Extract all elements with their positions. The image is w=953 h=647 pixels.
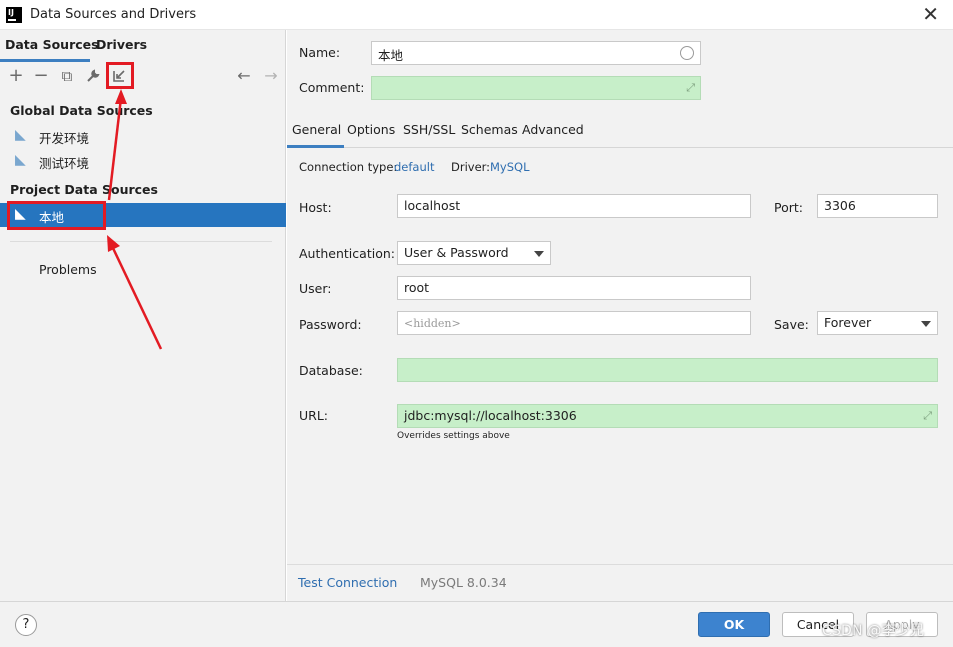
add-icon[interactable]: +	[6, 66, 26, 86]
active-tab-indicator	[0, 59, 90, 62]
authentication-label: Authentication:	[299, 246, 395, 261]
chevron-down-icon	[534, 251, 544, 257]
host-label: Host:	[299, 200, 332, 215]
database-label: Database:	[299, 363, 363, 378]
port-label: Port:	[774, 200, 803, 215]
host-input[interactable]: localhost	[397, 194, 751, 218]
close-icon[interactable]: ✕	[922, 3, 939, 25]
selected-item-highlight-box	[7, 201, 106, 230]
database-input[interactable]	[397, 358, 938, 382]
driver-label: Driver:	[451, 160, 491, 174]
bottom-bar: ? OK Cancel Apply CSDN @李少兄	[0, 601, 953, 647]
driver-version: MySQL 8.0.34	[420, 575, 507, 590]
mysql-dolphin-icon: ◣	[15, 127, 26, 143]
driver-link[interactable]: MySQL	[490, 160, 530, 174]
left-toolbar: + − ⧉ ← →	[0, 64, 286, 88]
forward-arrow-icon[interactable]: →	[261, 66, 281, 86]
color-circle-icon[interactable]	[680, 46, 694, 60]
name-label: Name:	[299, 45, 341, 60]
tab-drivers[interactable]: Drivers	[96, 37, 147, 52]
global-data-sources-header: Global Data Sources	[10, 103, 153, 118]
save-select[interactable]: Forever	[817, 311, 938, 335]
expand-icon[interactable]: ⤢	[686, 81, 695, 95]
divider	[10, 241, 272, 242]
left-panel: Data Sources Drivers + − ⧉ ← → Global Da…	[0, 30, 286, 601]
list-item[interactable]: ◣ 开发环境	[0, 124, 286, 148]
password-input[interactable]: <hidden>	[397, 311, 751, 335]
user-label: User:	[299, 281, 332, 296]
tab-options[interactable]: Options	[347, 122, 395, 137]
url-input[interactable]: jdbc:mysql://localhost:3306 ⤢	[397, 404, 938, 428]
connection-type-link[interactable]: default	[394, 160, 434, 174]
help-icon[interactable]: ?	[15, 614, 37, 636]
duplicate-icon[interactable]: ⧉	[57, 66, 77, 86]
password-label: Password:	[299, 317, 362, 332]
name-input[interactable]: 本地	[371, 41, 701, 65]
expand-icon[interactable]: ⤢	[923, 409, 932, 423]
tab-general[interactable]: General	[292, 122, 341, 137]
port-input[interactable]: 3306	[817, 194, 938, 218]
remove-icon[interactable]: −	[31, 66, 51, 86]
settings-tabs: General Options SSH/SSL Schemas Advanced	[287, 118, 953, 148]
comment-label: Comment:	[299, 80, 365, 95]
tab-ssh-ssl[interactable]: SSH/SSL	[403, 122, 455, 137]
list-item[interactable]: ◣ 测试环境	[0, 149, 286, 173]
wrench-icon[interactable]	[83, 66, 103, 86]
tab-data-sources[interactable]: Data Sources	[5, 37, 99, 52]
mysql-dolphin-icon: ◣	[15, 152, 26, 168]
test-connection-link[interactable]: Test Connection	[298, 575, 397, 590]
authentication-select[interactable]: User & Password	[397, 241, 551, 265]
watermark: CSDN @李少兄	[822, 623, 925, 639]
title-bar: IJ Data Sources and Drivers ✕	[0, 0, 953, 30]
project-data-sources-header: Project Data Sources	[10, 182, 158, 197]
connection-type-label: Connection type:	[299, 160, 398, 174]
ok-button[interactable]: OK	[698, 612, 770, 637]
url-label: URL:	[299, 408, 329, 423]
left-tabs: Data Sources Drivers	[0, 30, 286, 62]
save-label: Save:	[774, 317, 809, 332]
intellij-logo-icon: IJ	[6, 7, 22, 23]
window-title: Data Sources and Drivers	[30, 7, 197, 22]
problems-item[interactable]: Problems	[39, 262, 97, 277]
import-highlight-box	[106, 62, 134, 89]
tab-schemas[interactable]: Schemas	[461, 122, 518, 137]
active-tab-indicator	[287, 145, 344, 148]
tab-advanced[interactable]: Advanced	[522, 122, 584, 137]
url-hint: Overrides settings above	[397, 431, 510, 441]
chevron-down-icon	[921, 321, 931, 327]
comment-input[interactable]: ⤢	[371, 76, 701, 100]
right-panel: Name: 本地 Comment: ⤢ General Options SSH/…	[287, 30, 953, 601]
back-arrow-icon[interactable]: ←	[234, 66, 254, 86]
user-input[interactable]: root	[397, 276, 751, 300]
divider	[287, 564, 953, 565]
